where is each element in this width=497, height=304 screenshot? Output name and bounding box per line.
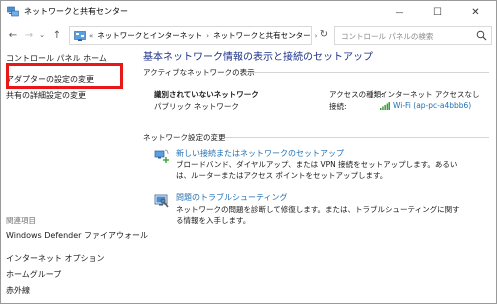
related-link-homegroup[interactable]: ホームグループ	[6, 269, 61, 280]
chevron-right-icon[interactable]: ›	[315, 32, 318, 40]
change-adapter-settings-link[interactable]: アダプターの設定の変更	[6, 74, 94, 85]
new-connection-icon	[154, 149, 169, 163]
network-type: パブリック ネットワーク	[154, 102, 239, 111]
troubleshoot-icon	[154, 194, 169, 208]
breadcrumb-overflow-icon[interactable]: «	[89, 32, 93, 40]
advanced-sharing-settings-link[interactable]: 共有の詳細設定の変更	[6, 90, 86, 101]
setup-new-connection-description: ブロードバンド、ダイヤルアップ、または VPN 接続をセットアップします。あるい…	[176, 160, 458, 180]
back-arrow-icon: ←	[8, 29, 18, 41]
network-center-icon	[7, 6, 19, 17]
address-dropdown-icon[interactable]: ⌄	[291, 30, 297, 38]
access-type-value: インターネット アクセスなし	[380, 90, 480, 99]
setup-new-connection-link[interactable]: 新しい接続またはネットワークのセットアップ	[176, 148, 344, 159]
chevron-down-icon: ⌄	[39, 31, 45, 39]
active-networks-heading: アクティブなネットワークの表示	[143, 68, 255, 77]
address-bar[interactable]: « ネットワークとインターネット › ネットワークと共有センター › ⌄	[69, 26, 317, 45]
connection-label: 接続:	[329, 102, 347, 111]
related-heading: 関連項目	[6, 216, 36, 225]
address-toolbar: ← → ⌄ ↑ « ネットワークとインターネット › ネットワークと共有センター…	[1, 23, 496, 48]
wifi-connection-link[interactable]: Wi-Fi (ap-pc-a4bbb6)	[380, 101, 471, 110]
maximize-icon: ☐	[433, 6, 442, 18]
search-icon	[476, 30, 487, 41]
section-divider	[249, 72, 489, 73]
page-title: 基本ネットワーク情報の表示と接続のセットアップ	[143, 52, 373, 63]
network-name: 識別されていないネットワーク	[154, 90, 259, 99]
left-navigation-pane: コントロール パネル ホーム アダプターの設定の変更 共有の詳細設定の変更 関連…	[1, 48, 148, 303]
wifi-connection-label: Wi-Fi (ap-pc-a4bbb6)	[393, 101, 472, 110]
troubleshoot-problems-link[interactable]: 問題のトラブルシューティング	[176, 192, 288, 203]
connection-value: Wi-Fi (ap-pc-a4bbb6)	[380, 101, 471, 112]
refresh-button[interactable]: ↻	[318, 29, 330, 41]
up-arrow-icon: ↑	[52, 29, 62, 41]
up-button[interactable]: ↑	[49, 27, 65, 43]
chevron-right-icon[interactable]: ›	[206, 32, 209, 40]
related-link-internet-options[interactable]: インターネット オプション	[6, 253, 105, 264]
breadcrumb: « ネットワークとインターネット › ネットワークと共有センター ›	[89, 30, 317, 41]
search-input[interactable]: コントロール パネルの検索	[334, 26, 492, 45]
network-sharing-center-window: ネットワークと共有センター — ☐ ✕ ← → ⌄ ↑ « ネットワークとインタ…	[0, 0, 497, 304]
access-type-label: アクセスの種類:	[329, 90, 384, 99]
window-title: ネットワークと共有センター	[24, 7, 128, 16]
close-button[interactable]: ✕	[457, 1, 494, 23]
control-panel-home-link[interactable]: コントロール パネル ホーム	[6, 53, 107, 64]
related-link-firewall[interactable]: Windows Defender ファイアウォール	[6, 230, 148, 241]
close-icon: ✕	[471, 6, 480, 18]
troubleshoot-problems-description: ネットワークの問題を診断して修復します。または、トラブルシューティングに関する情…	[176, 205, 460, 225]
main-content: 基本ネットワーク情報の表示と接続のセットアップ アクティブなネットワークの表示 …	[129, 48, 496, 303]
maximize-button[interactable]: ☐	[419, 1, 456, 23]
forward-button[interactable]: →	[21, 27, 37, 43]
related-link-infrared[interactable]: 赤外線	[6, 285, 30, 296]
breadcrumb-item[interactable]: ネットワークとインターネット	[97, 30, 202, 41]
change-settings-heading: ネットワーク設定の変更	[143, 133, 226, 142]
refresh-icon: ↻	[319, 29, 329, 40]
recent-locations-button[interactable]: ⌄	[37, 27, 47, 43]
forward-arrow-icon: →	[24, 29, 34, 41]
title-bar: ネットワークと共有センター — ☐ ✕	[1, 1, 496, 23]
minimize-button[interactable]: —	[381, 1, 418, 23]
control-panel-icon	[74, 31, 86, 41]
minimize-icon: —	[395, 7, 404, 17]
section-divider	[225, 137, 489, 138]
back-button[interactable]: ←	[5, 27, 21, 43]
wifi-signal-icon	[380, 101, 390, 110]
search-placeholder: コントロール パネルの検索	[341, 32, 434, 41]
